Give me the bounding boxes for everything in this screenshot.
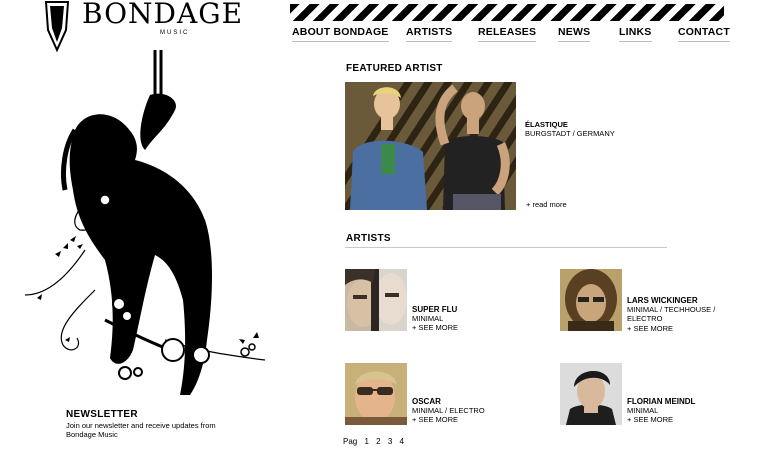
featured-artist-location: BURGSTADT / GERMANY bbox=[525, 129, 615, 138]
silhouette-illustration bbox=[24, 50, 266, 396]
featured-read-more-link[interactable]: + read more bbox=[526, 200, 567, 209]
artist-card-oscar: OSCAR MINIMAL / ELECTRO + SEE MORE bbox=[345, 363, 545, 425]
newsletter-block: NEWSLETTER Join our newsletter and recei… bbox=[66, 409, 246, 439]
artist-see-more-link[interactable]: + SEE MORE bbox=[627, 415, 742, 424]
pagination-label: Pag bbox=[343, 437, 358, 446]
artist-card-florian-meindl: FLORIAN MEINDL MINIMAL + SEE MORE bbox=[560, 363, 760, 425]
newsletter-text[interactable]: Join our newsletter and receive updates … bbox=[66, 421, 216, 439]
page-link-4[interactable]: 4 bbox=[400, 437, 404, 446]
artist-name[interactable]: LARS WICKINGER bbox=[627, 296, 742, 305]
artist-card-super-flu: SUPER FLU MINIMAL + SEE MORE bbox=[345, 269, 545, 332]
artist-see-more-link[interactable]: + SEE MORE bbox=[412, 323, 527, 332]
featured-artist-name[interactable]: ÉLASTIQUE bbox=[525, 120, 568, 129]
page-link-3[interactable]: 3 bbox=[388, 437, 392, 446]
nav-releases[interactable]: RELEASES bbox=[478, 26, 537, 42]
nav-links[interactable]: LINKS bbox=[619, 26, 652, 42]
artist-genre: MINIMAL bbox=[627, 406, 659, 416]
artist-see-more-link[interactable]: + SEE MORE bbox=[627, 324, 742, 333]
striped-banner bbox=[290, 4, 724, 21]
logo-subtitle: MUSIC bbox=[160, 30, 190, 36]
logo-text: BONDAGE bbox=[82, 0, 244, 30]
nav-contact[interactable]: CONTACT bbox=[678, 26, 730, 42]
nav-about-bondage[interactable]: ABOUT BONDAGE bbox=[292, 26, 389, 42]
artist-name[interactable]: OSCAR bbox=[412, 397, 527, 406]
artists-pagination: Pag 1 2 3 4 bbox=[343, 437, 409, 446]
bondage-logo[interactable]: BONDAGE MUSIC bbox=[38, 0, 242, 53]
artist-thumbnail[interactable] bbox=[345, 269, 407, 331]
artist-name[interactable]: SUPER FLU bbox=[412, 305, 527, 314]
artist-genre: MINIMAL / ELECTRO bbox=[412, 406, 485, 416]
nav-news[interactable]: NEWS bbox=[558, 26, 591, 42]
artists-divider bbox=[345, 247, 667, 248]
tie-icon bbox=[44, 1, 70, 53]
main-nav: ABOUT BONDAGE ARTISTS RELEASES NEWS LINK… bbox=[290, 26, 730, 42]
page-link-2[interactable]: 2 bbox=[376, 437, 380, 446]
artist-see-more-link[interactable]: + SEE MORE bbox=[412, 415, 527, 424]
featured-artist-heading: FEATURED ARTIST bbox=[346, 63, 443, 74]
artist-card-lars-wickinger: LARS WICKINGER MINIMAL / TECHHOUSE / ELE… bbox=[560, 269, 760, 333]
featured-artist-photo[interactable] bbox=[345, 82, 516, 210]
artist-genre: MINIMAL / TECHHOUSE / ELECTRO bbox=[627, 305, 716, 324]
page-link-1[interactable]: 1 bbox=[364, 437, 368, 446]
artist-thumbnail[interactable] bbox=[560, 269, 622, 331]
artist-name[interactable]: FLORIAN MEINDL bbox=[627, 397, 742, 406]
artist-thumbnail[interactable] bbox=[560, 363, 622, 425]
artist-genre: MINIMAL bbox=[412, 314, 444, 324]
nav-artists[interactable]: ARTISTS bbox=[406, 26, 453, 42]
artist-thumbnail[interactable] bbox=[345, 363, 407, 425]
artists-heading: ARTISTS bbox=[346, 233, 391, 244]
newsletter-title: NEWSLETTER bbox=[66, 409, 138, 420]
